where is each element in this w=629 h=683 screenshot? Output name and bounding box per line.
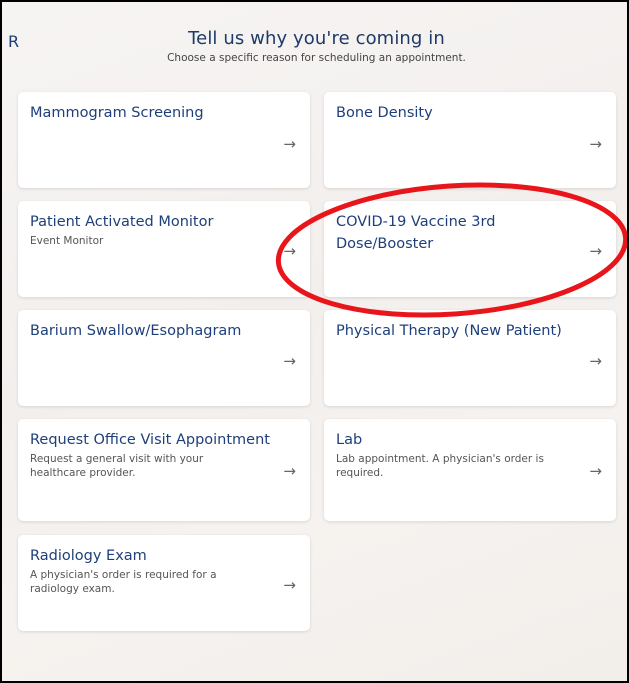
reason-description: A physician's order is required for a ra… xyxy=(30,569,217,595)
reason-card-bone-density[interactable]: Bone Density → xyxy=(324,92,616,188)
arrow-right-icon: → xyxy=(589,135,602,153)
reason-card-office-visit[interactable]: Request Office Visit Appointment Request… xyxy=(18,419,310,521)
reason-title: Physical Therapy (New Patient) xyxy=(336,323,562,339)
reason-title: Bone Density xyxy=(336,105,433,121)
reason-card-covid-booster[interactable]: COVID-19 Vaccine 3rd Dose/Booster → xyxy=(324,201,616,297)
page-subtitle: Choose a specific reason for scheduling … xyxy=(167,52,466,64)
arrow-right-icon: → xyxy=(589,352,602,370)
reason-title: Mammogram Screening xyxy=(30,105,204,121)
page-header: Tell us why you're coming in Choose a sp… xyxy=(2,28,627,65)
reason-card-lab[interactable]: Lab Lab appointment. A physician's order… xyxy=(324,419,616,521)
arrow-right-icon: → xyxy=(283,352,296,370)
reason-title: COVID-19 Vaccine 3rd Dose/Booster xyxy=(336,214,496,252)
reason-description: Request a general visit with your health… xyxy=(30,453,204,479)
reason-title: Radiology Exam xyxy=(30,548,147,564)
reason-card-physical-therapy[interactable]: Physical Therapy (New Patient) → xyxy=(324,310,616,406)
reason-title: Request Office Visit Appointment xyxy=(30,432,270,448)
reason-description: Lab appointment. A physician's order is … xyxy=(336,453,544,479)
reason-title: Patient Activated Monitor xyxy=(30,214,214,230)
reason-card-radiology-exam[interactable]: Radiology Exam A physician's order is re… xyxy=(18,535,310,631)
reason-title: Lab xyxy=(336,432,363,448)
arrow-right-icon: → xyxy=(589,462,602,480)
arrow-right-icon: → xyxy=(283,462,296,480)
page-frame: R Tell us why you're coming in Choose a … xyxy=(0,0,629,683)
page-title: Tell us why you're coming in xyxy=(188,28,445,49)
reason-title: Barium Swallow/Esophagram xyxy=(30,323,242,339)
reason-card-mammogram[interactable]: Mammogram Screening → xyxy=(18,92,310,188)
reason-card-barium-swallow[interactable]: Barium Swallow/Esophagram → xyxy=(18,310,310,406)
arrow-right-icon: → xyxy=(589,242,602,260)
reason-description: Event Monitor xyxy=(30,235,104,247)
arrow-right-icon: → xyxy=(283,135,296,153)
arrow-right-icon: → xyxy=(283,576,296,594)
arrow-right-icon: → xyxy=(283,242,296,260)
reason-card-patient-activated-monitor[interactable]: Patient Activated Monitor Event Monitor … xyxy=(18,201,310,297)
